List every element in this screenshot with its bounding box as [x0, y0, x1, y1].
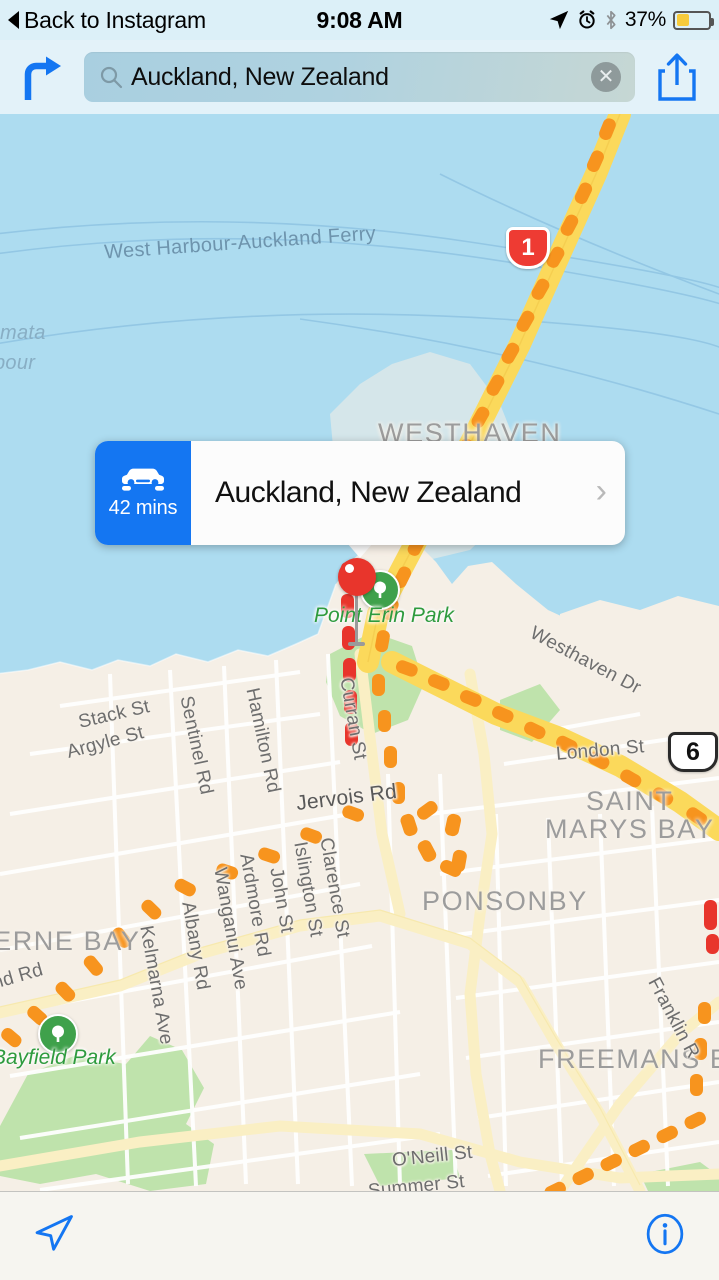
maps-app-screen: Back to Instagram 9:08 AM 37% Auckland, … — [0, 0, 719, 1280]
highway-shield-1: 1 — [506, 227, 550, 269]
drive-time-button[interactable]: 42 mins — [95, 441, 191, 545]
park-poi-bayfield[interactable] — [38, 1014, 78, 1054]
share-icon — [658, 53, 696, 101]
pin-head-icon — [338, 558, 376, 596]
callout-body[interactable]: Auckland, New Zealand › — [191, 441, 625, 545]
highway-shield-1-label: 1 — [521, 234, 535, 261]
map-vector-layer — [0, 114, 719, 1191]
search-input-value[interactable]: Auckland, New Zealand — [131, 63, 591, 92]
park-tree-icon — [52, 1025, 64, 1042]
highway-shield-6-label: 6 — [686, 737, 700, 766]
battery-icon — [673, 10, 714, 30]
chevron-right-icon[interactable]: › — [596, 474, 607, 512]
search-icon — [100, 66, 123, 89]
bluetooth-icon — [606, 10, 616, 30]
search-field[interactable]: Auckland, New Zealand ✕ — [84, 52, 635, 102]
map-info-button[interactable] — [643, 1212, 687, 1261]
directions-turn-arrow-icon — [24, 56, 61, 100]
map-canvas[interactable]: West Harbour-Auckland Ferry mata bour 1 … — [0, 114, 719, 1191]
highway-shield-6: 6 — [668, 732, 718, 772]
status-bar: Back to Instagram 9:08 AM 37% — [0, 0, 719, 40]
battery-percent-label: 37% — [624, 8, 666, 31]
alarm-clock-icon — [579, 10, 595, 29]
location-arrow-icon — [549, 10, 569, 30]
car-icon — [122, 468, 164, 491]
drive-time-label: 42 mins — [108, 497, 178, 519]
info-circle-icon — [646, 1213, 684, 1254]
location-arrow-outline-icon — [35, 1214, 73, 1251]
locate-me-button[interactable] — [32, 1212, 76, 1261]
callout-title: Auckland, New Zealand — [215, 476, 522, 509]
place-callout[interactable]: 42 mins Auckland, New Zealand › — [95, 441, 625, 545]
directions-button[interactable] — [0, 40, 84, 114]
bottom-toolbar — [0, 1191, 719, 1280]
status-bar-indicators: 37% — [548, 8, 714, 32]
share-button[interactable] — [635, 40, 719, 114]
clear-search-button[interactable]: ✕ — [591, 62, 621, 92]
search-header: Auckland, New Zealand ✕ — [0, 40, 719, 114]
